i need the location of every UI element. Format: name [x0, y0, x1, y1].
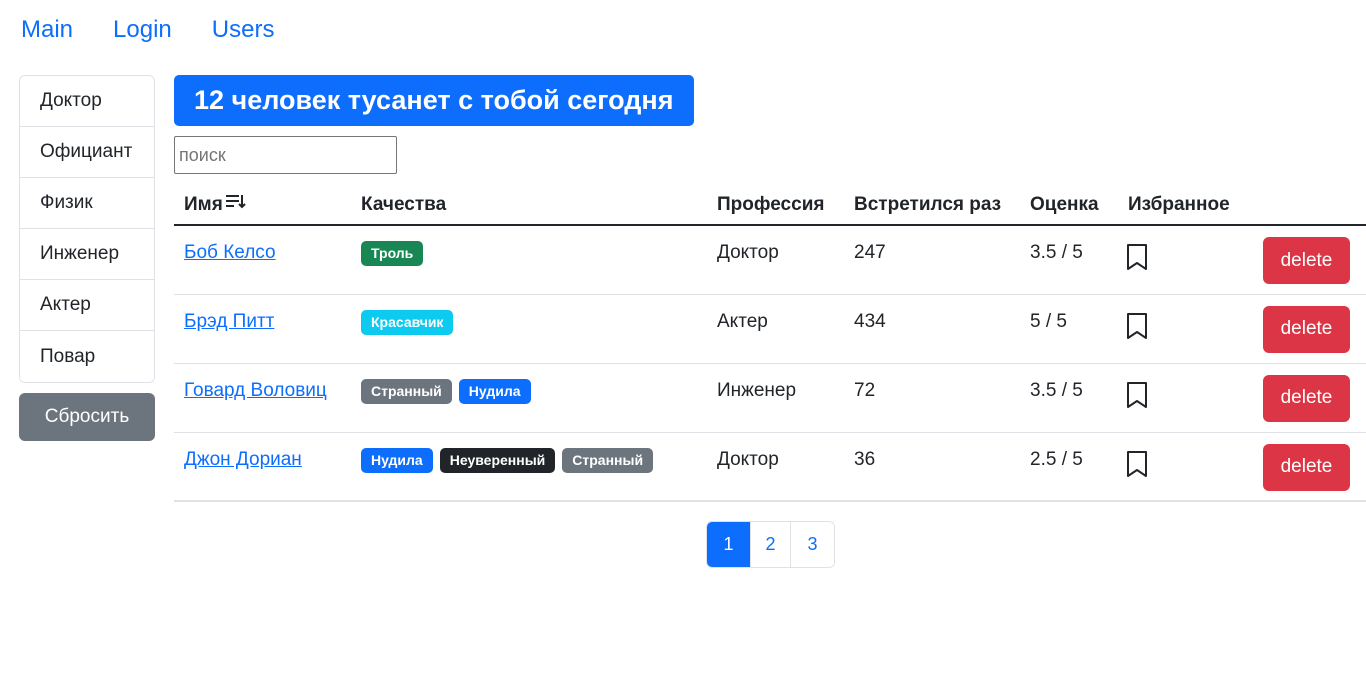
- profession-list: Доктор Официант Физик Инженер Актер Пова…: [19, 75, 155, 383]
- delete-button[interactable]: delete: [1263, 305, 1350, 353]
- cell-actions: delete: [1238, 294, 1366, 364]
- cell-name: Джон Дориан: [174, 432, 351, 502]
- users-panel: 12 человек тусанет с тобой сегодня Имя К…: [174, 75, 1366, 502]
- page-1-button[interactable]: 1: [707, 522, 751, 567]
- delete-button[interactable]: delete: [1263, 374, 1350, 422]
- table-row: Джон Дориан Нудила Неуверенный Странный Докт…: [174, 432, 1366, 502]
- cell-rate: 3.5 / 5: [1020, 363, 1118, 433]
- table-row: Говард Воловиц Странный Нудила Инженер 72 3.5…: [174, 363, 1366, 433]
- profession-item-actor[interactable]: Актер: [20, 280, 154, 331]
- sort-descending-icon: [225, 193, 247, 215]
- cell-favorite: [1118, 363, 1238, 433]
- user-name-link[interactable]: Говард Воловиц: [184, 380, 327, 401]
- search-input[interactable]: [174, 136, 397, 174]
- column-header-name-label: Имя: [184, 194, 223, 215]
- users-table: Имя Качества Профессия Встретился раз Оц…: [174, 182, 1366, 502]
- delete-button[interactable]: delete: [1263, 443, 1350, 491]
- cell-qualities: Красавчик: [351, 294, 707, 364]
- reset-button[interactable]: Сбросить: [19, 393, 155, 441]
- cell-met: 72: [844, 363, 1020, 433]
- column-header-profession[interactable]: Профессия: [707, 182, 844, 226]
- delete-button[interactable]: delete: [1263, 237, 1350, 284]
- bookmark-icon[interactable]: [1126, 381, 1148, 409]
- nav-link-users[interactable]: Users: [212, 18, 275, 42]
- cell-favorite: [1118, 432, 1238, 502]
- cell-profession: Доктор: [707, 225, 844, 295]
- column-header-qualities[interactable]: Качества: [351, 182, 707, 226]
- nav-link-login[interactable]: Login: [113, 18, 172, 42]
- profession-item-waiter[interactable]: Официант: [20, 127, 154, 178]
- user-name-link[interactable]: Боб Келсо: [184, 242, 276, 263]
- cell-rate: 5 / 5: [1020, 294, 1118, 364]
- cell-profession: Доктор: [707, 432, 844, 502]
- bookmark-icon[interactable]: [1126, 450, 1148, 478]
- user-name-link[interactable]: Брэд Питт: [184, 311, 274, 332]
- quality-badge: Троль: [361, 241, 424, 266]
- pagination: 123: [706, 521, 835, 568]
- column-header-favorite[interactable]: Избранное: [1118, 182, 1238, 226]
- profession-item-physicist[interactable]: Физик: [20, 178, 154, 229]
- column-header-actions: [1238, 182, 1366, 226]
- profession-item-cook[interactable]: Повар: [20, 331, 154, 382]
- user-name-link[interactable]: Джон Дориан: [184, 449, 302, 470]
- cell-profession: Инженер: [707, 363, 844, 433]
- page-3-button[interactable]: 3: [791, 522, 834, 567]
- cell-name: Брэд Питт: [174, 294, 351, 364]
- page-2-button[interactable]: 2: [751, 522, 791, 567]
- quality-badge: Неуверенный: [439, 447, 556, 473]
- profession-filter: Доктор Официант Физик Инженер Актер Пова…: [19, 75, 155, 441]
- table-header-row: Имя Качества Профессия Встретился раз Оц…: [174, 182, 1366, 226]
- profession-item-engineer[interactable]: Инженер: [20, 229, 154, 280]
- quality-badge: Странный: [562, 447, 654, 473]
- cell-favorite: [1118, 225, 1238, 295]
- quality-badge: Странный: [361, 378, 452, 404]
- cell-met: 434: [844, 294, 1020, 364]
- table-row: Боб Келсо Троль Доктор 247 3.5 / 5 delete: [174, 225, 1366, 295]
- cell-qualities: Нудила Неуверенный Странный: [351, 432, 707, 502]
- cell-favorite: [1118, 294, 1238, 364]
- cell-rate: 3.5 / 5: [1020, 225, 1118, 295]
- cell-profession: Актер: [707, 294, 844, 364]
- cell-actions: delete: [1238, 363, 1366, 433]
- cell-actions: delete: [1238, 225, 1366, 295]
- cell-met: 36: [844, 432, 1020, 502]
- table-row: Брэд Питт Красавчик Актер 434 5 / 5 delete: [174, 294, 1366, 364]
- cell-rate: 2.5 / 5: [1020, 432, 1118, 502]
- cell-name: Боб Келсо: [174, 225, 351, 295]
- cell-qualities: Странный Нудила: [351, 363, 707, 433]
- top-nav: Main Login Users: [0, 0, 314, 60]
- cell-actions: delete: [1238, 432, 1366, 502]
- cell-qualities: Троль: [351, 225, 707, 295]
- cell-name: Говард Воловиц: [174, 363, 351, 433]
- profession-item-doctor[interactable]: Доктор: [20, 76, 154, 127]
- nav-link-main[interactable]: Main: [21, 18, 73, 42]
- quality-badge: Нудила: [361, 447, 433, 473]
- quality-badge: Красавчик: [361, 309, 454, 335]
- cell-met: 247: [844, 225, 1020, 295]
- column-header-name[interactable]: Имя: [174, 182, 351, 226]
- bookmark-icon[interactable]: [1126, 243, 1148, 271]
- column-header-met[interactable]: Встретился раз: [844, 182, 1020, 226]
- people-count-badge: 12 человек тусанет с тобой сегодня: [174, 75, 694, 126]
- bookmark-icon[interactable]: [1126, 312, 1148, 340]
- quality-badge: Нудила: [458, 378, 531, 404]
- column-header-rate[interactable]: Оценка: [1020, 182, 1118, 226]
